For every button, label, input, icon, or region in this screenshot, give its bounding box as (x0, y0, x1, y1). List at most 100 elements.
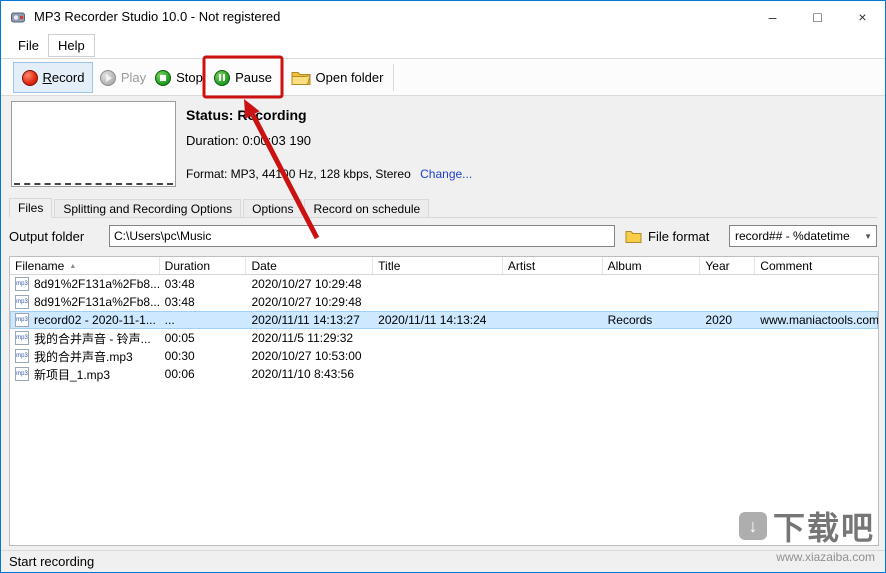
tab-files[interactable]: Files (9, 198, 53, 218)
main-content: Status: Recording Duration: 0:00:03 190 … (1, 96, 885, 550)
table-row[interactable]: mp3 新项目_1.mp3 00:06 2020/11/10 8:43:56 (10, 365, 878, 383)
menu-help[interactable]: Help (47, 33, 95, 57)
mp3-file-icon: mp3 (15, 331, 29, 345)
cell-year: 2020 (705, 313, 733, 327)
dropdown-arrow-icon: ▼ (864, 232, 872, 241)
cell-date: 2020/11/5 11:29:32 (251, 331, 354, 345)
column-comment[interactable]: Comment (755, 257, 878, 274)
cell-filename: mp3 record02 - 2020-11-1... (15, 313, 156, 327)
file-format-label: File format (648, 228, 710, 244)
table-row[interactable]: mp3 我的合并声音 - 铃声... 00:05 2020/11/5 11:29:… (10, 329, 878, 347)
cell-duration: 03:48 (164, 277, 195, 291)
pause-button-label: Pause (235, 70, 272, 85)
tab-record-on-schedule[interactable]: Record on schedule (304, 199, 430, 217)
column-duration[interactable]: Duration (160, 257, 247, 274)
pause-button[interactable]: Pause (207, 62, 279, 93)
mp3-file-icon: mp3 (15, 367, 29, 381)
play-button-label: Play (120, 70, 147, 85)
open-folder-label: Open folder (315, 70, 384, 85)
minimize-button[interactable]: – (750, 1, 795, 32)
cell-duration: 03:48 (164, 295, 195, 309)
file-format-value: record## - %datetime (735, 229, 850, 243)
cell-date: 2020/10/27 10:29:48 (251, 295, 362, 309)
toolbar: Record Play Stop Pause Open folder (1, 58, 885, 96)
table-header: Filename ▲ Duration Date Title Artist Al… (10, 257, 878, 275)
column-artist[interactable]: Artist (503, 257, 603, 274)
output-folder-label: Output folder (9, 228, 85, 244)
table-row[interactable]: mp3 我的合并声音.mp3 00:30 2020/10/27 10:53:00 (10, 347, 878, 365)
cell-filename: mp3 8d91%2F131a%2Fb8... (15, 277, 160, 291)
stop-button-label: Stop (176, 70, 203, 85)
column-filename[interactable]: Filename ▲ (10, 257, 160, 274)
cell-album: Records (607, 313, 653, 327)
change-format-link[interactable]: Change... (420, 167, 472, 181)
tab-bar: Files Splitting and Recording Options Op… (9, 198, 877, 218)
sort-ascending-icon: ▲ (69, 262, 77, 270)
menu-bar: File Help (1, 32, 885, 58)
cell-filename: mp3 8d91%2F131a%2Fb8... (15, 295, 160, 309)
cell-duration: 00:06 (164, 367, 195, 381)
table-row-selected[interactable]: mp3 record02 - 2020-11-1... ... 2020/11/1… (10, 311, 878, 329)
stop-icon (155, 69, 172, 86)
title-bar: MP3 Recorder Studio 10.0 - Not registere… (1, 1, 885, 32)
watermark: ↓ 下载吧 www.xiazaiba.com (738, 503, 875, 564)
cell-comment: www.maniactools.com (760, 313, 878, 327)
cell-duration: 00:30 (164, 349, 195, 363)
column-filename-label: Filename (15, 259, 65, 273)
record-button-label: Record (43, 70, 85, 85)
record-icon (21, 69, 38, 86)
waveform-baseline (14, 183, 173, 185)
column-album[interactable]: Album (603, 257, 701, 274)
tab-options[interactable]: Options (243, 199, 303, 217)
xiazaiba-logo-icon: ↓ (738, 512, 767, 540)
window-title: MP3 Recorder Studio 10.0 - Not registere… (34, 9, 281, 24)
output-folder-input[interactable] (109, 225, 615, 247)
cell-date: 2020/11/10 8:43:56 (251, 367, 354, 381)
mp3-file-icon: mp3 (15, 277, 29, 291)
open-folder-button[interactable]: Open folder (285, 62, 389, 93)
window-controls: – □ × (750, 1, 885, 32)
format-line: Format: MP3, 44100 Hz, 128 kbps, Stereo … (186, 167, 472, 181)
record-label-rest: ecord (51, 70, 85, 85)
file-format-select[interactable]: record## - %datetime ▼ (729, 225, 877, 247)
app-icon (10, 9, 26, 25)
maximize-button[interactable]: □ (795, 1, 840, 32)
watermark-title: 下载吧 (772, 510, 875, 546)
tab-splitting-recording-options[interactable]: Splitting and Recording Options (54, 199, 242, 217)
cell-filename: mp3 我的合并声音.mp3 (15, 349, 133, 364)
column-title[interactable]: Title (373, 257, 503, 274)
cell-date: 2020/11/11 14:13:27 (251, 313, 360, 327)
status-bar-text: Start recording (9, 554, 95, 569)
close-button[interactable]: × (840, 1, 885, 32)
table-row[interactable]: mp3 8d91%2F131a%2Fb8... 03:48 2020/10/27 … (10, 293, 878, 311)
play-button: Play (95, 62, 151, 93)
mp3-file-icon: mp3 (15, 349, 29, 363)
menu-file[interactable]: File (9, 35, 48, 56)
output-folder-row: Output folder File format record## - %da… (9, 223, 877, 249)
record-accelerator: R (42, 70, 52, 85)
stop-button[interactable]: Stop (151, 62, 207, 93)
cell-duration: ... (164, 313, 175, 327)
duration-text: Duration: 0:00:03 190 (186, 133, 312, 148)
cell-filename: mp3 新项目_1.mp3 (15, 367, 111, 382)
mp3-file-icon: mp3 (15, 313, 29, 327)
column-year[interactable]: Year (700, 257, 756, 274)
format-text: Format: MP3, 44100 Hz, 128 kbps, Stereo (186, 167, 411, 181)
mp3-file-icon: mp3 (15, 295, 29, 309)
table-row[interactable]: mp3 8d91%2F131a%2Fb8... 03:48 2020/10/27 … (10, 275, 878, 293)
play-icon (99, 69, 116, 86)
pause-icon (214, 69, 231, 86)
status-text: Status: Recording (186, 107, 307, 123)
browse-folder-icon[interactable] (625, 230, 642, 243)
column-date[interactable]: Date (246, 257, 374, 274)
cell-date: 2020/10/27 10:29:48 (251, 277, 362, 291)
cell-title: 2020/11/11 14:13:24 (378, 313, 487, 327)
cell-date: 2020/10/27 10:53:00 (251, 349, 362, 363)
waveform-display (11, 101, 176, 187)
toolbar-divider (393, 64, 394, 91)
open-folder-icon (291, 70, 311, 85)
record-button[interactable]: Record (13, 62, 93, 93)
cell-filename: mp3 我的合并声音 - 铃声... (15, 331, 151, 346)
cell-duration: 00:05 (164, 331, 195, 345)
app-window: MP3 Recorder Studio 10.0 - Not registere… (0, 0, 886, 573)
